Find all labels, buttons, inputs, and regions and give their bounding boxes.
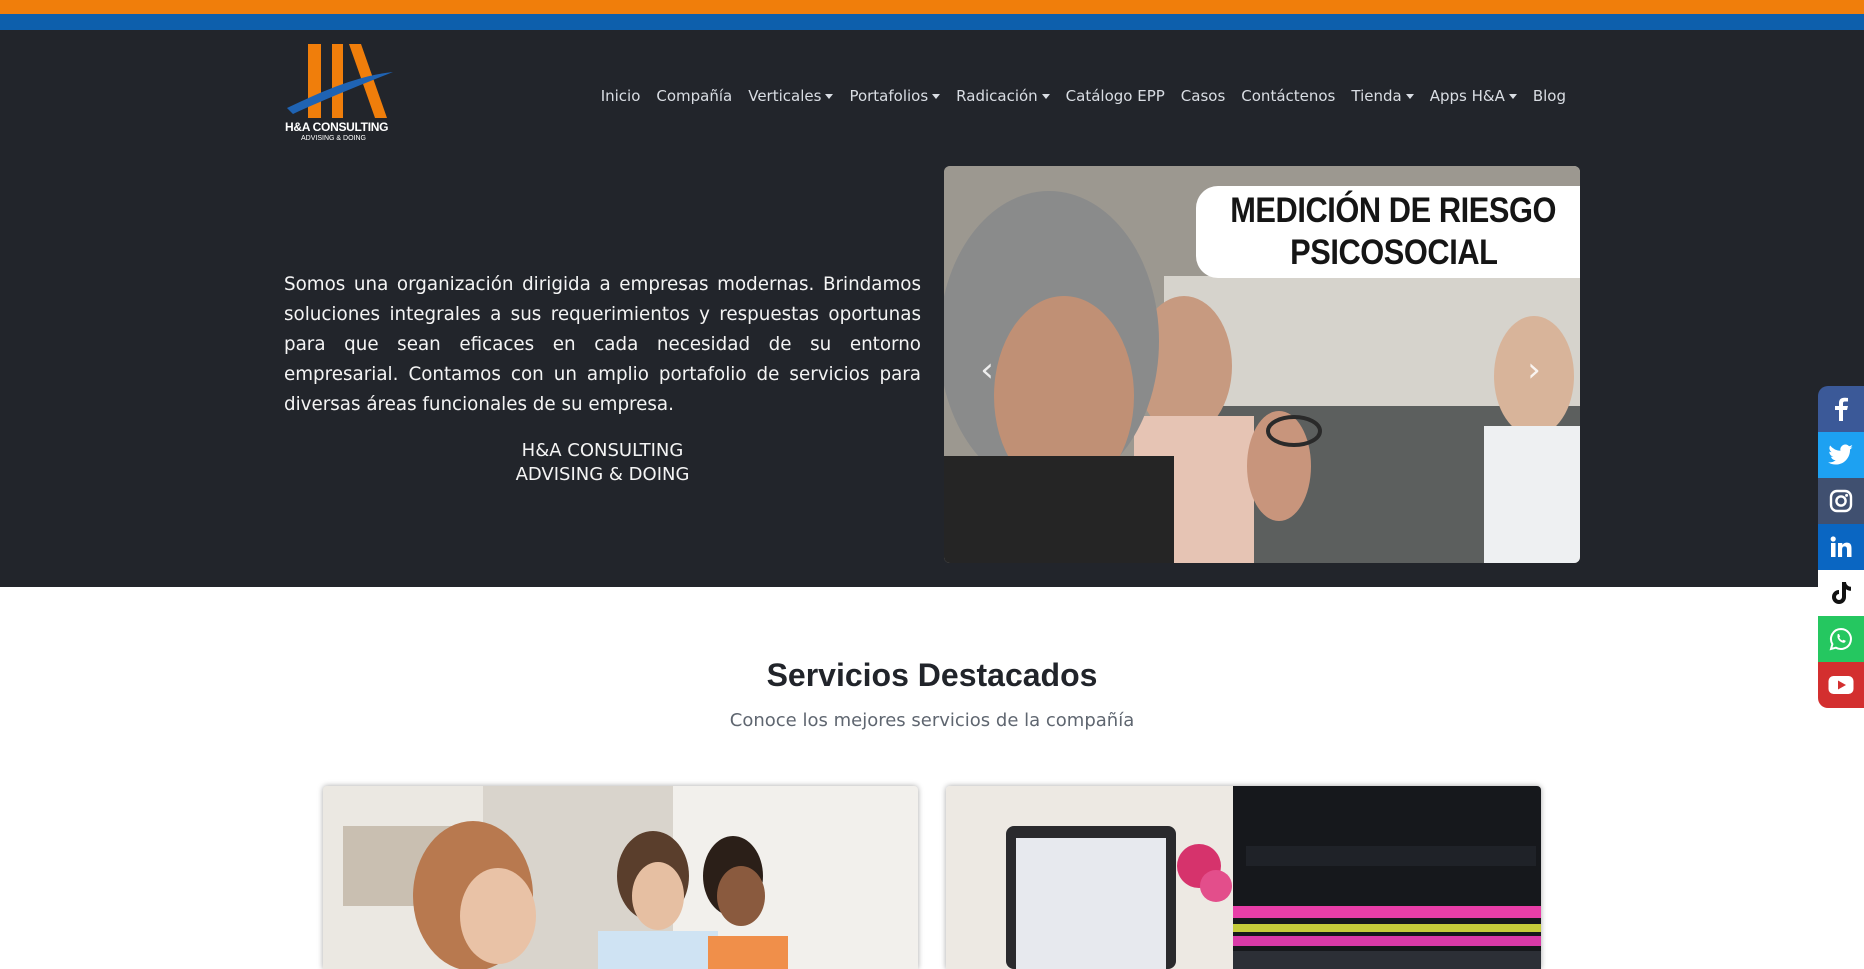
nav-item-verticales[interactable]: Verticales — [740, 87, 841, 105]
facebook-icon[interactable] — [1818, 386, 1864, 432]
social-sidebar — [1818, 386, 1864, 708]
nav-item-tienda[interactable]: Tienda — [1343, 87, 1421, 105]
nav-item-casos[interactable]: Casos — [1173, 87, 1233, 105]
hero-brand-line-1: H&A CONSULTING — [521, 440, 684, 461]
nav-item-radicacion[interactable]: Radicación — [948, 87, 1058, 105]
slide-title-badge: MEDICIÓN DE RIESGO PSICOSOCIAL — [1196, 186, 1580, 278]
services-subtitle: Conoce los mejores servicios de la compa… — [729, 710, 1135, 731]
service-card-image — [323, 786, 918, 969]
logo-subtitle: ADVISING & DOING — [301, 135, 366, 142]
slide-title-line-2: PSICOSOCIAL — [1289, 233, 1498, 272]
twitter-icon[interactable] — [1818, 432, 1864, 478]
nav-item-label: Catálogo EPP — [1065, 87, 1165, 105]
nav-item-portafolios[interactable]: Portafolios — [841, 87, 948, 105]
logo-mark-icon — [287, 44, 393, 118]
youtube-icon[interactable] — [1818, 662, 1864, 708]
nav-item-inicio[interactable]: Inicio — [593, 87, 649, 105]
nav-item-blog[interactable]: Blog — [1525, 87, 1574, 105]
nav-item-label: Apps H&A — [1429, 87, 1505, 105]
caret-down-icon — [1041, 93, 1050, 99]
logo-title: H&A CONSULTING — [285, 120, 389, 134]
caret-down-icon — [825, 93, 834, 99]
tiktok-icon[interactable] — [1818, 570, 1864, 616]
linkedin-icon[interactable] — [1818, 524, 1864, 570]
hero-carousel: MEDICIÓN DE RIESGO PSICOSOCIAL ‹ › — [944, 166, 1580, 563]
nav-item-contactenos[interactable]: Contáctenos — [1233, 87, 1343, 105]
service-card-image — [946, 786, 1541, 969]
service-card[interactable] — [323, 786, 918, 969]
hero-intro-text: Somos una organización dirigida a empres… — [284, 274, 921, 415]
nav-item-label: Contáctenos — [1241, 87, 1336, 105]
top-accent-bar-blue — [0, 14, 1864, 30]
nav-item-label: Inicio — [600, 87, 641, 105]
caret-down-icon — [932, 93, 941, 99]
nav-item-label: Casos — [1180, 87, 1226, 105]
hero-section — [0, 30, 1864, 587]
nav-item-label: Compañía — [656, 87, 733, 105]
instagram-icon[interactable] — [1818, 478, 1864, 524]
services-title: Servicios Destacados — [766, 657, 1098, 693]
nav-item-label: Radicación — [956, 87, 1038, 105]
top-accent-bar-orange — [0, 0, 1864, 14]
service-card[interactable] — [946, 786, 1541, 969]
nav-item-compania[interactable]: Compañía — [648, 87, 740, 105]
nav-item-catalogo-epp[interactable]: Catálogo EPP — [1058, 87, 1173, 105]
brand-logo[interactable]: H&A CONSULTING ADVISING & DOING — [283, 42, 399, 148]
chevron-left-icon[interactable]: ‹ — [974, 352, 1000, 388]
slide-title-line-1: MEDICIÓN DE RIESGO — [1230, 191, 1557, 230]
nav-item-label: Verticales — [748, 87, 822, 105]
whatsapp-icon[interactable] — [1818, 616, 1864, 662]
nav-item-label: Blog — [1532, 87, 1566, 105]
chevron-right-icon[interactable]: › — [1521, 352, 1547, 388]
caret-down-icon — [1405, 93, 1414, 99]
main-nav: Inicio Compañía Verticales Portafolios R… — [593, 87, 1574, 105]
nav-item-label: Portafolios — [849, 87, 929, 105]
nav-item-apps[interactable]: Apps H&A — [1422, 87, 1525, 105]
hero-brand-line-2: ADVISING & DOING — [515, 464, 690, 485]
caret-down-icon — [1508, 93, 1517, 99]
nav-item-label: Tienda — [1351, 87, 1402, 105]
